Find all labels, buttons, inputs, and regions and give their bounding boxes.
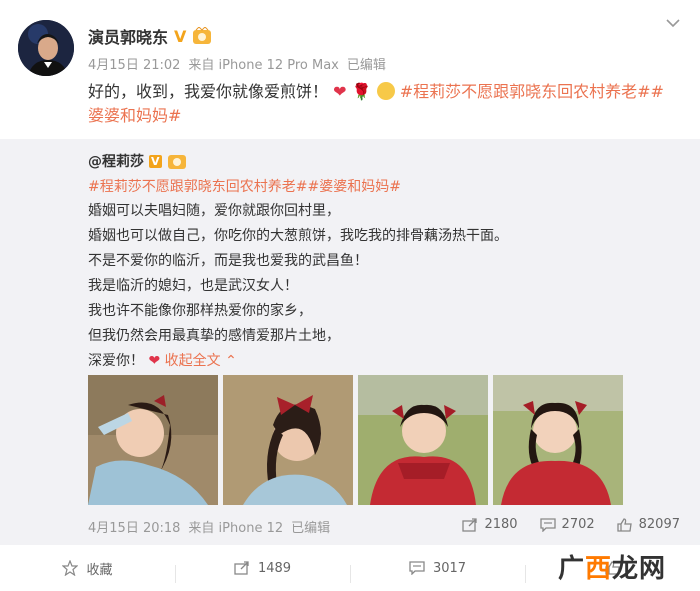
repost-line: 不是不爱你的临沂，而是我也爱我的武昌鱼！ (88, 253, 368, 269)
photo-grid (88, 375, 623, 505)
repost-source: 来自 iPhone 12 (188, 521, 284, 536)
repost-medal-icon (167, 155, 186, 169)
repost-verified-badge-icon: V (149, 154, 162, 168)
repost-stats: 2180 2702 82097 (462, 517, 680, 532)
author-name[interactable]: 演员郭晓东 (88, 24, 168, 48)
watermark-part1: 广 (557, 554, 585, 584)
repost-meta: 4月15日 20:18 来自 iPhone 12 已编辑 (88, 517, 338, 536)
medal-icon (193, 27, 212, 44)
watermark-logo: 广西龙网 (558, 548, 666, 585)
repost-comment-stat[interactable]: 2702 (539, 517, 595, 532)
favorite-button[interactable]: 收藏 (0, 559, 175, 578)
author-avatar[interactable] (18, 20, 74, 76)
verified-badge-icon: V (174, 26, 187, 46)
star-icon (62, 560, 79, 576)
comment-count: 3017 (432, 560, 467, 576)
photo-thumbnail[interactable] (493, 375, 623, 505)
repost-edited[interactable]: 已编辑 (291, 521, 330, 536)
forward-count: 1489 (257, 560, 292, 576)
post-source: 来自 iPhone 12 Pro Max (188, 58, 339, 73)
collapse-label[interactable]: 收起全文 (165, 353, 221, 369)
more-menu-icon[interactable] (666, 18, 680, 28)
rose-emoji-icon: 🌹 (351, 82, 372, 101)
heart-emoji-icon: ❤ (333, 82, 347, 101)
forward-icon (234, 561, 249, 575)
repost-line: 我也许不能像你那样热爱你的家乡， (88, 303, 312, 319)
post-edited[interactable]: 已编辑 (347, 58, 386, 73)
post-text: 好的，收到，我爱你就像爱煎饼！ (88, 82, 329, 101)
photo-thumbnail[interactable] (88, 375, 218, 505)
photo-thumbnail[interactable] (358, 375, 488, 505)
comment-icon (539, 517, 556, 532)
repost-topic-link[interactable]: #程莉莎不愿跟郭晓东回农村养老##婆婆和妈妈# (88, 176, 401, 196)
collapse-text-button[interactable]: 收起全文 ⌃ (165, 353, 237, 369)
photo-thumbnail[interactable] (223, 375, 353, 505)
grin-emoji-icon (376, 82, 395, 100)
post-time[interactable]: 4月15日 21:02 (88, 58, 180, 73)
watermark-part2: 西 (584, 554, 612, 584)
forward-button[interactable]: 1489 (175, 560, 350, 583)
thumbs-up-icon (616, 517, 632, 532)
comment-button[interactable]: 3017 (350, 560, 525, 583)
repost-line: 婚姻也可以做自己，你吃你的大葱煎饼，我吃我的排骨藕汤热干面。 (88, 228, 508, 244)
watermark-part3: 龙网 (611, 554, 666, 584)
repost-author-row: @程莉莎 V (88, 151, 187, 171)
post-content: 好的，收到，我爱你就像爱煎饼！ ❤ 🌹 #程莉莎不愿跟郭晓东回农村养老##婆婆和… (88, 80, 678, 128)
weibo-post: 演员郭晓东 V 4月15日 21:02 来自 iPhone 12 Pro Max 已… (0, 0, 700, 591)
repost-forward-count: 2180 (484, 517, 518, 532)
repost-line: 我是临沂的媳妇，也是武汉女人！ (88, 278, 298, 294)
post-meta: 4月15日 21:02 来自 iPhone 12 Pro Max 已编辑 (88, 54, 394, 73)
comment-icon (409, 561, 425, 575)
repost-line: 但我仍然会用最真挚的感情爱那片土地， (88, 328, 340, 344)
repost-line: 婚姻可以夫唱妇随，爱你就跟你回村里， (88, 203, 340, 219)
repost-author-name[interactable]: @程莉莎 (88, 151, 144, 171)
repost-comment-count: 2702 (561, 517, 595, 532)
repost-last-line: 深爱你！ ❤ 收起全文 ⌃ (88, 349, 508, 374)
repost-forward-stat[interactable]: 2180 (462, 517, 518, 532)
forward-icon (462, 517, 478, 532)
repost-time[interactable]: 4月15日 20:18 (88, 521, 180, 536)
heart-emoji-icon: ❤ (148, 353, 161, 369)
favorite-label: 收藏 (86, 562, 113, 578)
repost-text: 婚姻可以夫唱妇随，爱你就跟你回村里， 婚姻也可以做自己，你吃你的大葱煎饼，我吃我… (88, 199, 508, 374)
repost-like-count: 82097 (638, 517, 680, 532)
reposted-weibo: @程莉莎 V #程莉莎不愿跟郭晓东回农村养老##婆婆和妈妈# 婚姻可以夫唱妇随，… (0, 139, 700, 545)
repost-like-stat[interactable]: 82097 (616, 517, 680, 532)
repost-last-text: 深爱你！ (88, 353, 144, 369)
author-name-row: 演员郭晓东 V (88, 24, 212, 48)
